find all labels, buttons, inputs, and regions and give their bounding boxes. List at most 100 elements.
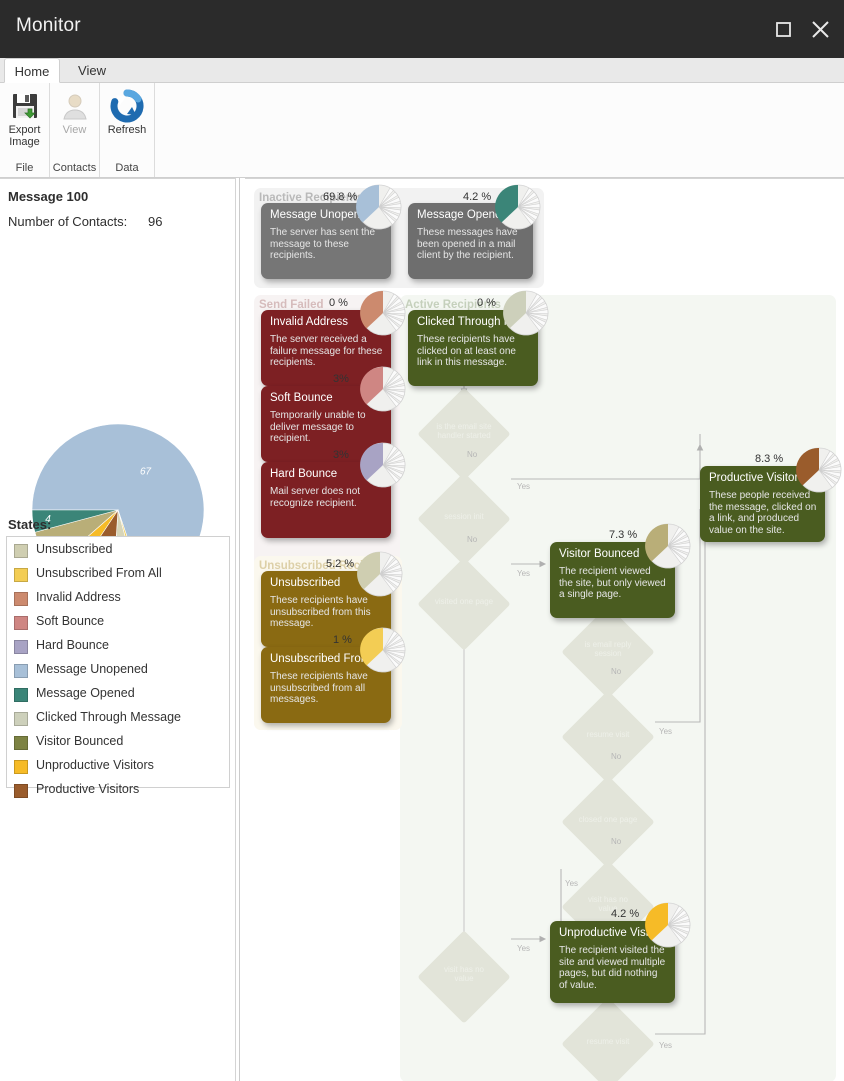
legend-item: Clicked Through Message — [7, 707, 229, 731]
edge-label-3: Yes — [517, 569, 531, 578]
legend-item-label: Unsubscribed From All — [36, 566, 162, 580]
node-mini-pie-productive-visitors — [796, 447, 842, 493]
node-mini-pie-clicked-through-message — [503, 290, 549, 336]
node-mini-pie-unsubscribed — [357, 551, 403, 597]
node-card-description: The server received a failure message fo… — [270, 334, 383, 368]
legend-item: Visitor Bounced — [7, 731, 229, 755]
legend-item-label: Soft Bounce — [36, 614, 105, 628]
legend-item: Unproductive Visitors — [7, 755, 229, 779]
tab-view[interactable]: View — [64, 58, 120, 83]
node-mini-pie-invalid-address — [360, 290, 406, 336]
legend-item-label: Clicked Through Message — [36, 710, 181, 724]
panel-splitter[interactable] — [236, 178, 245, 1081]
legend-color-swatch — [14, 688, 28, 702]
ribbon-group-contacts-name: Contacts — [52, 162, 97, 174]
legend-item-label: Invalid Address — [36, 590, 121, 604]
node-percent-clicked-through-message: 0 % — [477, 297, 496, 309]
legend-color-swatch — [14, 616, 28, 630]
node-card-description: These messages have been opened in a mai… — [417, 227, 518, 261]
edge-label-10: Yes — [659, 1041, 673, 1050]
legend-item-label: Unsubscribed — [36, 542, 113, 556]
node-mini-pie-message-unopened — [356, 184, 402, 230]
edge-label-6: No — [611, 752, 622, 761]
export-image-label-line1: Export — [8, 124, 41, 136]
legend-item: Unsubscribed — [7, 539, 229, 563]
view-contacts-icon — [50, 89, 99, 123]
export-image-button[interactable]: Export Image — [0, 87, 49, 148]
ribbon-tab-strip: Home View — [0, 58, 844, 83]
export-image-label-line2: Image — [9, 135, 40, 148]
edge-label-7: Yes — [565, 879, 579, 888]
node-mini-pie-hard-bounce — [360, 442, 406, 488]
legend-color-swatch — [14, 736, 28, 750]
node-card-description: Temporarily unable to deliver message to… — [270, 410, 366, 444]
refresh-label: Refresh — [107, 124, 147, 136]
node-percent-unsubscribed: 5.2 % — [326, 558, 355, 570]
edge-label-9: Yes — [517, 944, 531, 953]
node-mini-pie-message-opened — [495, 184, 541, 230]
ribbon-group-data-name: Data — [115, 162, 139, 174]
legend-color-swatch — [14, 568, 28, 582]
legend-item: Message Opened — [7, 683, 229, 707]
legend-color-swatch — [14, 664, 28, 678]
node-mini-pie-visitor-bounced — [645, 523, 691, 569]
node-card-description: The recipient visited the site and viewe… — [559, 945, 666, 991]
maximize-icon[interactable] — [768, 14, 798, 44]
edge-label-0: No — [467, 450, 478, 459]
node-percent-productive-visitors: 8.3 % — [755, 453, 784, 465]
node-percent-unsubscribed-from-all: 1 % — [333, 634, 352, 646]
legend-item: Soft Bounce — [7, 611, 229, 635]
edge-label-8: No — [611, 837, 622, 846]
message-title: Message 100 — [8, 189, 89, 204]
ribbon-group-contacts: View Contacts — [50, 83, 100, 177]
edge-label-5: Yes — [659, 727, 673, 736]
node-card-description: These people received the message, click… — [709, 490, 817, 536]
legend-item-label: Hard Bounce — [36, 638, 109, 652]
legend-color-swatch — [14, 592, 28, 606]
ribbon-group-data: Refresh Data — [100, 83, 155, 177]
node-mini-pie-unsubscribed-from-all — [360, 627, 406, 673]
funnel-diagram-panel[interactable]: Inactive Recipients Send Failed Active R… — [245, 178, 844, 1081]
legend-color-swatch — [14, 544, 28, 558]
tab-home[interactable]: Home — [4, 58, 60, 83]
legend-color-swatch — [14, 640, 28, 654]
node-card-description: The server has sent the message to these… — [270, 227, 376, 261]
legend-item-label: Visitor Bounced — [36, 734, 124, 748]
ribbon-group-file-name: File — [15, 162, 34, 174]
legend-item: Message Unopened — [7, 659, 229, 683]
node-card-description: These recipients have clicked on at leas… — [417, 334, 516, 368]
node-card-description: These recipients have unsubscribed from … — [270, 595, 371, 629]
pie-slice-label: 67 — [140, 467, 152, 478]
ribbon: Home View Export Image File View Contact… — [0, 58, 844, 178]
edge-label-1: Yes — [517, 482, 531, 491]
ribbon-group-file: Export Image File — [0, 83, 50, 177]
node-card-description: The recipient viewed the site, but only … — [559, 566, 666, 600]
legend-color-swatch — [14, 784, 28, 798]
node-percent-soft-bounce: 3% — [333, 373, 349, 385]
legend-color-swatch — [14, 760, 28, 774]
node-percent-hard-bounce: 3% — [333, 449, 349, 461]
legend-item-label: Productive Visitors — [36, 782, 140, 796]
node-card-description: These recipients have unsubscribed from … — [270, 671, 368, 705]
edge-label-4: No — [611, 667, 622, 676]
node-percent-unproductive-visitors: 4.2 % — [611, 908, 640, 920]
window-title-bar: Monitor — [0, 0, 844, 58]
export-image-icon — [0, 89, 49, 123]
states-label: States: — [8, 517, 52, 532]
legend-item-label: Message Opened — [36, 686, 135, 700]
legend-item: Unsubscribed From All — [7, 563, 229, 587]
contacts-value: 96 — [148, 214, 163, 229]
ribbon-body: Export Image File View Contacts Refresh … — [0, 83, 844, 178]
node-mini-pie-unproductive-visitors — [645, 902, 691, 948]
legend-item-label: Message Unopened — [36, 662, 148, 676]
edge-label-2: No — [467, 535, 478, 544]
view-contacts-label: View — [62, 124, 87, 136]
close-icon[interactable] — [805, 14, 835, 44]
node-mini-pie-soft-bounce — [360, 366, 406, 412]
summary-panel: Message 100 Number of Contacts: 96 67158… — [0, 178, 236, 1081]
node-percent-message-unopened: 69.8 % — [323, 191, 358, 203]
refresh-button[interactable]: Refresh — [100, 87, 154, 137]
node-percent-invalid-address: 0 % — [329, 297, 348, 309]
view-contacts-button[interactable]: View — [50, 87, 99, 137]
node-card-description: Mail server does not recognize recipient… — [270, 486, 361, 509]
